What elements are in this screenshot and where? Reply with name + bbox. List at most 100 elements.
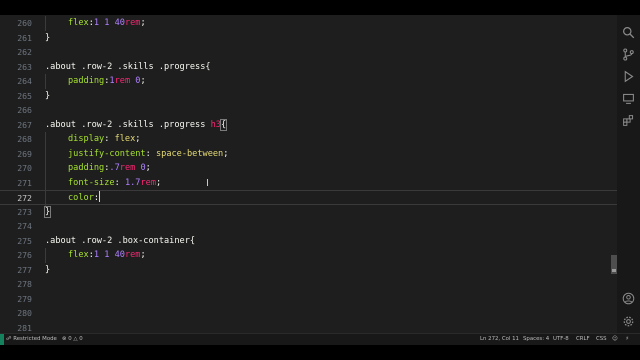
activity-bar <box>617 15 640 333</box>
code-token: { <box>219 118 228 131</box>
run-debug-icon[interactable] <box>622 68 635 83</box>
line-number: 281 <box>17 322 32 333</box>
account-icon[interactable] <box>622 290 635 305</box>
code-line[interactable]: 266 <box>0 103 617 118</box>
restricted-mode-label: Restricted Mode <box>13 336 57 342</box>
feedback-icon[interactable]: ☺ <box>612 336 618 343</box>
indentation-setting[interactable]: Spaces: 4 <box>523 336 549 343</box>
code-text: } <box>45 31 50 46</box>
encoding-setting[interactable]: UTF-8 <box>553 336 569 343</box>
code-line[interactable]: 270 padding:.7rem 0; <box>0 161 617 176</box>
code-token: ; <box>140 250 146 260</box>
source-control-icon[interactable] <box>622 46 635 61</box>
code-line[interactable]: 276 flex:1 1 40rem; <box>0 248 617 263</box>
code-line[interactable]: 268 display: flex; <box>0 132 617 147</box>
code-line[interactable]: 280 <box>0 306 617 321</box>
code-token: rem <box>114 76 131 86</box>
line-number: 273 <box>17 206 32 217</box>
line-number: 263 <box>17 61 32 72</box>
code-token: 0 <box>130 76 141 86</box>
remote-explorer-icon[interactable] <box>622 90 635 104</box>
bottom-letterbox <box>0 345 640 360</box>
code-text: } <box>45 89 50 104</box>
code-token: flex <box>68 250 89 260</box>
eol-setting[interactable]: CRLF <box>576 336 590 343</box>
line-number: 266 <box>17 105 32 115</box>
line-number: 267 <box>17 119 32 130</box>
code-text: flex:1 1 40rem; <box>68 16 146 31</box>
remote-indicator[interactable] <box>0 334 4 345</box>
code-text: } <box>43 205 52 220</box>
code-line[interactable]: 274 <box>0 219 617 234</box>
code-line[interactable]: 281 <box>0 321 617 334</box>
code-token: flex <box>68 18 89 28</box>
top-letterbox <box>0 0 640 15</box>
code-line[interactable]: 269 justify-content: space-between; <box>0 146 617 161</box>
code-text: .about .row-2 .skills .progress{ <box>45 60 211 75</box>
line-number: 275 <box>17 235 32 246</box>
code-line[interactable]: 273} <box>0 205 617 220</box>
shield-icon: ☍ <box>6 336 12 342</box>
extensions-icon[interactable] <box>622 112 635 126</box>
code-line[interactable]: 277} <box>0 263 617 278</box>
error-count: 0 <box>68 336 72 342</box>
code-token: : <box>145 148 156 159</box>
problems-indicator[interactable]: ⊗ 0 △ 0 <box>62 336 83 343</box>
code-line[interactable]: 264 padding:1rem 0; <box>0 74 617 89</box>
code-line[interactable]: 272 color: <box>0 190 617 206</box>
cursor-position[interactable]: Ln 272, Col 11 <box>480 336 519 343</box>
code-token: padding <box>68 76 105 86</box>
code-line[interactable]: 267 .about .row-2 .skills .progress h3{ <box>0 118 617 133</box>
code-token: justify-content <box>68 148 146 159</box>
code-token: ; <box>223 148 229 159</box>
code-token: 1 1 40 <box>93 250 125 260</box>
code-token: { <box>189 235 196 246</box>
line-number: 279 <box>17 293 32 304</box>
text-caret <box>99 191 101 202</box>
code-line[interactable]: 262 <box>0 45 617 60</box>
code-token: .7 <box>109 163 120 173</box>
line-number: 277 <box>17 264 32 275</box>
code-token: rem <box>124 18 141 28</box>
code-token: ; <box>140 76 146 86</box>
code-line[interactable]: 278 <box>0 277 617 292</box>
error-icon: ⊗ <box>62 336 67 342</box>
code-token: rem <box>140 177 156 188</box>
code-token: ; <box>156 177 162 188</box>
code-editor[interactable]: I 260 flex:1 1 40rem; 261} 262 263 .about .ro… <box>0 15 617 333</box>
code-token: h3 <box>210 119 221 130</box>
code-line[interactable]: 263 .about .row-2 .skills .progress{ <box>0 60 617 75</box>
code-line[interactable]: 265} <box>0 89 617 104</box>
search-icon[interactable] <box>622 24 635 39</box>
code-line[interactable]: 279 <box>0 292 617 307</box>
line-number: 280 <box>17 308 32 318</box>
language-mode[interactable]: CSS <box>596 336 607 343</box>
warning-icon: △ <box>73 336 78 342</box>
code-token: .about .row-2 .skills .progress <box>45 119 211 130</box>
code-token: .about .row-2 .box-container <box>45 235 190 246</box>
code-token: rem <box>124 250 141 260</box>
line-number: 271 <box>17 177 32 188</box>
code-token: font-size <box>68 177 115 188</box>
indent-guide <box>45 16 46 31</box>
code-token: } <box>45 32 51 43</box>
line-number: 272 <box>17 193 32 203</box>
indent-guide <box>45 191 46 206</box>
notifications-bell-icon[interactable]: ♯ <box>626 336 629 343</box>
indent-guide <box>45 146 46 161</box>
code-line[interactable]: 271 font-size: 1.7rem; <box>0 175 617 190</box>
code-token: padding <box>68 163 105 173</box>
code-line[interactable]: 260 flex:1 1 40rem; <box>0 16 617 31</box>
line-number: 270 <box>17 163 32 173</box>
code-token: 1 1 40 <box>93 18 125 28</box>
restricted-mode-indicator[interactable]: ☍ Restricted Mode <box>6 336 57 343</box>
indent-guide <box>45 161 46 176</box>
code-token: .about .row-2 .skills .progress <box>45 61 206 72</box>
code-text: .about .row-2 .box-container{ <box>45 234 195 249</box>
code-text: } <box>45 263 50 278</box>
code-line[interactable]: 261} <box>0 31 617 46</box>
indent-guide <box>45 132 46 147</box>
warning-count: 0 <box>79 336 83 342</box>
manage-gear-icon[interactable] <box>622 313 635 327</box>
code-line[interactable]: 275 .about .row-2 .box-container{ <box>0 234 617 249</box>
